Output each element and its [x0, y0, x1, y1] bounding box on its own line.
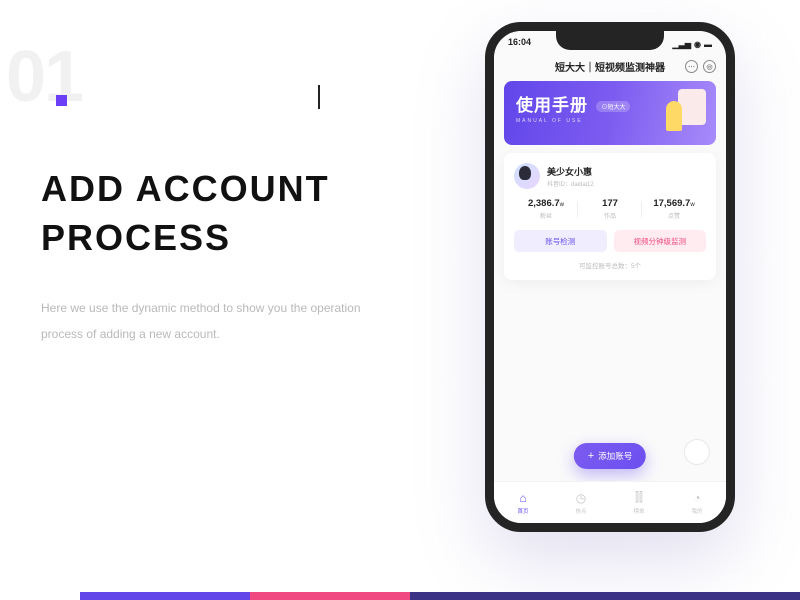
description-text: Here we use the dynamic method to show y…: [41, 295, 381, 348]
tab-bar: ⌂ 首页 ◷ 热点 ⫿⫿ 榜单 ◔ 我的: [494, 481, 726, 523]
user-icon: ◔: [690, 491, 704, 505]
headline-line1: ADD ACCOUNT: [41, 165, 330, 214]
phone-mockup: 16:04 ▁▃▅ ◉ ▬ 短大大｜短视频监测神器 ⋯ ◎ 使用手册 ⊙短大大 …: [485, 22, 735, 532]
accent-square: [56, 95, 67, 106]
home-icon: ⌂: [516, 491, 530, 505]
manual-banner[interactable]: 使用手册 ⊙短大大 MANUAL OF USE: [504, 81, 716, 145]
detect-button[interactable]: 账号检测: [514, 230, 607, 252]
fab-label: 添加账号: [598, 450, 632, 462]
add-account-button[interactable]: + 添加账号: [574, 443, 646, 469]
monitor-quota-note: 可监控账号总数：5个: [514, 260, 706, 270]
account-card: 美少女小惠 抖音ID：daidai12 2,386.7w 粉丝 177 作品 1…: [504, 153, 716, 280]
color-strip: [0, 592, 800, 600]
app-header: 短大大｜短视频监测神器 ⋯ ◎: [494, 59, 726, 74]
battery-icon: ▬: [704, 40, 712, 49]
phone-notch: [556, 31, 664, 50]
section-number: 01: [6, 36, 82, 118]
wifi-icon: ◉: [694, 40, 701, 49]
account-stats: 2,386.7w 粉丝 177 作品 17,569.7w 点赞: [514, 198, 706, 220]
avatar[interactable]: [514, 163, 540, 189]
more-icon[interactable]: ⋯: [685, 60, 698, 73]
tab-rank[interactable]: ⫿⫿ 榜单: [610, 482, 668, 523]
floating-control[interactable]: [684, 439, 710, 465]
monitor-button[interactable]: 视频分钟级监测: [614, 230, 707, 252]
account-name: 美少女小惠: [547, 165, 594, 178]
vertical-accent-bar: [318, 85, 320, 109]
app-title: 短大大｜短视频监测神器: [555, 59, 665, 74]
banner-title: 使用手册: [516, 96, 588, 115]
headline: ADD ACCOUNT PROCESS: [41, 165, 330, 262]
signal-icon: ▁▃▅: [673, 40, 691, 49]
plus-icon: +: [588, 450, 594, 462]
chart-icon: ⫿⫿: [632, 491, 646, 505]
account-id: 抖音ID：daidai12: [547, 179, 594, 188]
headline-line2: PROCESS: [41, 214, 330, 263]
stat-works: 177 作品: [578, 198, 642, 220]
stat-likes: 17,569.7w 点赞: [642, 198, 706, 220]
banner-badge: ⊙短大大: [596, 101, 630, 112]
target-icon[interactable]: ◎: [703, 60, 716, 73]
status-time: 16:04: [508, 37, 531, 51]
tab-me[interactable]: ◔ 我的: [668, 482, 726, 523]
tab-trending[interactable]: ◷ 热点: [552, 482, 610, 523]
tab-home[interactable]: ⌂ 首页: [494, 482, 552, 523]
banner-illustration: [650, 87, 710, 139]
fire-icon: ◷: [574, 491, 588, 505]
stat-fans: 2,386.7w 粉丝: [514, 198, 578, 220]
